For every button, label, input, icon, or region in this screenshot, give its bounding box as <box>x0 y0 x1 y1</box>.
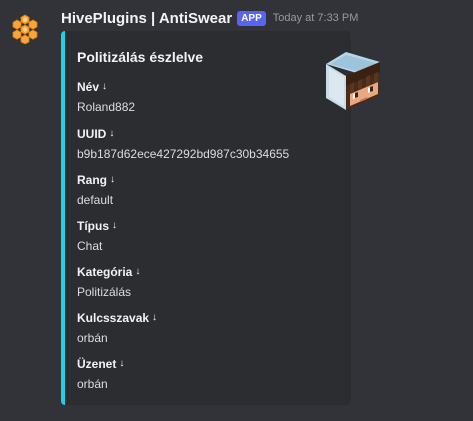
embed-field: Üzenet ↓ orbán <box>77 356 124 392</box>
embed-field-value: orbán <box>77 331 108 345</box>
embed-field: Típus ↓ Chat <box>77 218 117 254</box>
embed-field: Kategória ↓ Politizálás <box>77 264 140 300</box>
message-timestamp[interactable]: Today at 7:33 PM <box>273 12 359 24</box>
player-head-thumbnail[interactable] <box>320 48 386 114</box>
message-header: HivePlugins | AntiSwear APP Today at 7:3… <box>61 8 358 28</box>
embed-field-value: b9b187d62ece427292bd987c30b34655 <box>77 147 290 161</box>
embed-field-name: Üzenet ↓ <box>77 356 124 372</box>
embed-field-label: Típus <box>77 219 109 233</box>
embed-field-label: UUID <box>77 127 107 141</box>
embed-field-name: Típus ↓ <box>77 218 117 234</box>
embed-field-label: Rang <box>77 173 107 187</box>
arrow-down-icon: ↓ <box>135 266 141 277</box>
app-badge: APP <box>237 10 266 26</box>
bot-avatar[interactable] <box>9 12 41 45</box>
arrow-down-icon: ↓ <box>102 81 108 92</box>
embed-field-value: Politizálás <box>77 285 132 299</box>
embed-field: Rang ↓ default <box>77 172 115 208</box>
embed-field-value: default <box>77 193 114 207</box>
embed-field-value: Roland882 <box>77 100 136 114</box>
arrow-down-icon: ↓ <box>119 358 125 369</box>
arrow-down-icon: ↓ <box>110 174 115 185</box>
embed-title: Politizálás észlelve <box>77 49 204 65</box>
embed-field-name: Kulcsszavak ↓ <box>77 310 157 326</box>
arrow-down-icon: ↓ <box>152 312 158 323</box>
chat-message: HivePlugins | AntiSwear APP Today at 7:3… <box>0 0 473 421</box>
embed-field-label: Név <box>77 80 100 94</box>
embed-field: UUID ↓ b9b187d62ece427292bd987c30b34655 <box>77 126 289 162</box>
embed-field-label: Üzenet <box>77 357 117 371</box>
arrow-down-icon: ↓ <box>109 128 115 139</box>
embed-field-name: Név ↓ <box>77 79 135 95</box>
arrow-down-icon: ↓ <box>112 220 117 231</box>
embed-field-name: Rang ↓ <box>77 172 115 188</box>
minecraft-head-icon <box>326 52 380 110</box>
honeycomb-icon <box>12 14 38 45</box>
embed-card: Politizálás észlelve Név ↓ Roland882 UUI… <box>61 31 380 405</box>
embed-field-name: UUID ↓ <box>77 126 289 142</box>
embed-field-value: Chat <box>77 239 103 253</box>
embed-field-value: orbán <box>77 377 108 391</box>
bot-username[interactable]: HivePlugins | AntiSwear <box>61 10 232 27</box>
embed-field-label: Kulcsszavak <box>77 311 150 325</box>
embed-field: Név ↓ Roland882 <box>77 79 135 115</box>
embed-field: Kulcsszavak ↓ orbán <box>77 310 157 346</box>
embed-field-name: Kategória ↓ <box>77 264 140 280</box>
embed-field-label: Kategória <box>77 265 133 279</box>
